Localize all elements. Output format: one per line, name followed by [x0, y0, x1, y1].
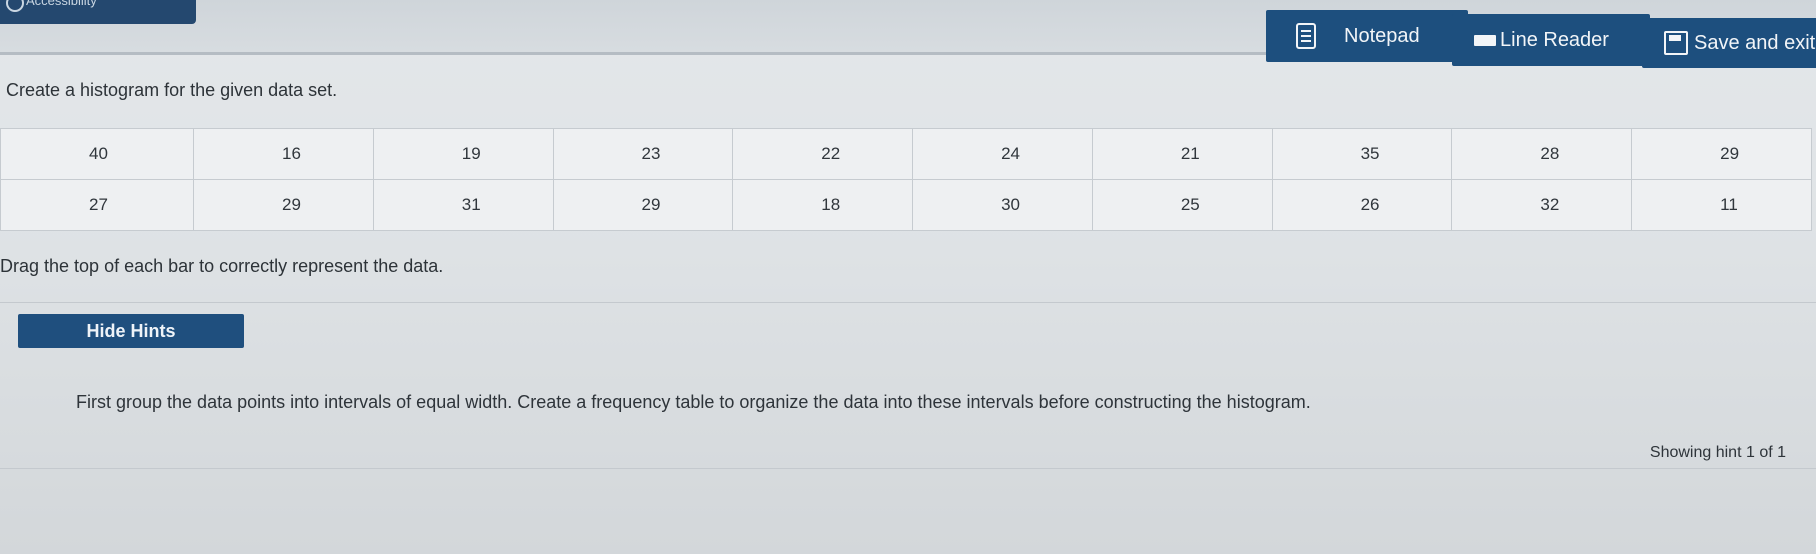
table-cell: 24	[912, 128, 1093, 180]
table-cell: 19	[372, 128, 554, 180]
table-cell: 21	[1091, 128, 1273, 180]
table-cell: 18	[732, 179, 914, 231]
hint-counter: Showing hint 1 of 1	[1649, 444, 1786, 461]
table-cell: 35	[1271, 128, 1453, 180]
table-cell: 11	[1631, 179, 1812, 231]
divider	[0, 468, 1816, 469]
table-cell: 28	[1451, 128, 1633, 180]
table-cell: 31	[372, 179, 554, 231]
table-row: 40 16 19 23 22 24 21 35 28 29	[0, 128, 1812, 180]
question-prompt: Create a histogram for the given data se…	[6, 80, 338, 100]
save-icon	[1664, 31, 1688, 55]
table-cell: 30	[912, 179, 1093, 231]
line-reader-icon	[1474, 34, 1496, 46]
table-cell: 26	[1271, 179, 1453, 231]
table-cell: 16	[193, 128, 374, 180]
save-and-exit-button[interactable]: Save and exit	[1642, 18, 1816, 68]
table-cell: 29	[1631, 128, 1812, 180]
save-and-exit-label: Save and exit	[1694, 31, 1816, 54]
data-set-table: 40 16 19 23 22 24 21 35 28 29 27 29 31 2…	[0, 128, 1812, 231]
line-reader-label: Line Reader	[1500, 28, 1609, 51]
notepad-button[interactable]: Notepad	[1266, 10, 1468, 62]
table-row: 27 29 31 29 18 30 25 26 32 11	[0, 179, 1812, 231]
table-cell: 22	[732, 128, 914, 180]
divider	[0, 302, 1816, 303]
table-cell: 32	[1451, 179, 1633, 231]
table-cell: 29	[193, 179, 374, 231]
table-cell: 40	[0, 128, 194, 180]
accessibility-button[interactable]: Accessibility	[0, 0, 196, 24]
notepad-icon	[1296, 23, 1316, 49]
line-reader-button[interactable]: Line Reader	[1452, 14, 1650, 66]
hide-hints-button[interactable]: Hide Hints	[18, 314, 244, 348]
accessibility-icon	[6, 0, 24, 12]
table-cell: 27	[0, 179, 194, 231]
hint-text: First group the data points into interva…	[76, 392, 1311, 412]
question-instruction: Drag the top of each bar to correctly re…	[0, 256, 444, 276]
table-cell: 23	[552, 128, 734, 180]
table-cell: 25	[1091, 179, 1273, 231]
accessibility-label: Accessibility	[26, 0, 97, 8]
table-cell: 29	[552, 179, 734, 231]
notepad-label: Notepad	[1344, 24, 1420, 47]
